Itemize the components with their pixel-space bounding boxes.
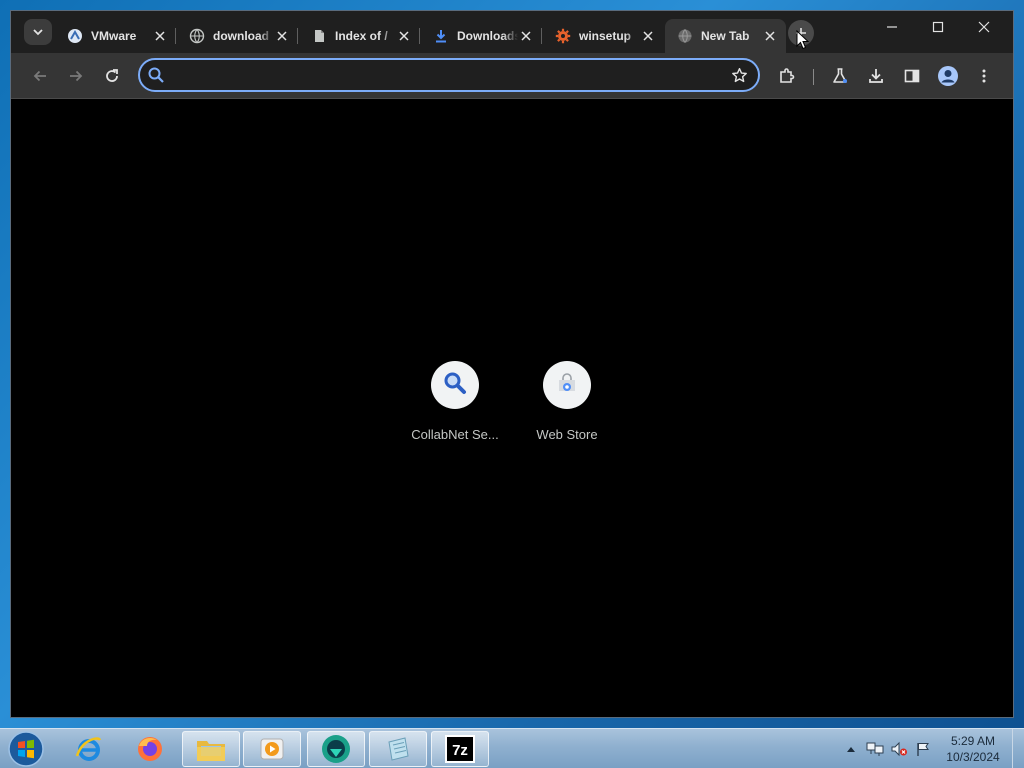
back-button[interactable] — [25, 61, 55, 91]
tab-strip: VMware download Index of / Downloads win… — [11, 11, 1013, 53]
forward-button[interactable] — [61, 61, 91, 91]
magnifier-icon — [442, 370, 468, 401]
windows-orb-icon — [8, 731, 44, 767]
notepad-icon — [388, 737, 409, 761]
web-store-icon — [555, 371, 579, 400]
taskbar-media-player[interactable] — [243, 731, 301, 767]
taskbar: 7z 5:29 AM 10/3/2024 — [0, 728, 1024, 768]
close-icon[interactable] — [274, 28, 290, 44]
side-panel-button[interactable] — [897, 61, 927, 91]
kebab-menu-icon — [982, 69, 986, 83]
start-button[interactable] — [6, 730, 46, 768]
close-icon[interactable] — [762, 28, 778, 44]
show-hidden-icons-button[interactable] — [844, 729, 858, 768]
avatar-icon — [938, 66, 958, 86]
shortcut-label: Web Store — [536, 427, 598, 442]
maximize-button[interactable] — [915, 11, 961, 43]
tab-index-of[interactable]: Index of / — [299, 19, 420, 53]
close-icon[interactable] — [640, 28, 656, 44]
reload-icon — [106, 69, 118, 82]
shortcut-label: CollabNet Se... — [411, 427, 499, 442]
clock-time: 5:29 AM — [950, 734, 996, 748]
tab-download[interactable]: download — [177, 19, 298, 53]
volume-tray[interactable] — [888, 729, 910, 768]
menu-button[interactable] — [969, 61, 999, 91]
shortcut-tile — [431, 361, 479, 409]
tab-title: Downloads — [457, 29, 518, 43]
7zip-icon: 7z — [445, 735, 475, 763]
arrow-right-icon — [70, 70, 83, 82]
clock-date: 10/3/2024 — [946, 750, 1000, 764]
7zip-label: 7z — [452, 742, 468, 759]
close-icon[interactable] — [396, 28, 412, 44]
close-icon — [978, 21, 990, 33]
media-player-icon — [260, 738, 284, 760]
action-center-tray[interactable] — [912, 729, 934, 768]
taskbar-clock[interactable]: 5:29 AM 10/3/2024 — [940, 733, 1006, 765]
flag-icon — [917, 743, 929, 756]
browser-window: VMware download Index of / Downloads win… — [10, 10, 1014, 718]
downloads-button[interactable] — [861, 61, 891, 91]
tab-winsetup[interactable]: winsetup — [543, 19, 664, 53]
reload-button[interactable] — [97, 61, 127, 91]
flask-icon — [833, 68, 847, 83]
globe-icon — [189, 28, 205, 44]
shortcut-collabnet[interactable]: CollabNet Se... — [399, 361, 511, 457]
shortcut-tile — [543, 361, 591, 409]
profile-button[interactable] — [933, 61, 963, 91]
tab-new-tab[interactable]: New Tab — [665, 19, 786, 53]
page-icon — [311, 28, 327, 44]
tab-title: New Tab — [701, 29, 750, 43]
taskbar-internet-explorer[interactable] — [60, 731, 118, 767]
download-icon — [433, 28, 449, 44]
maximize-icon — [932, 21, 944, 33]
browser-app-icon — [322, 735, 350, 763]
taskbar-7zip[interactable]: 7z — [431, 731, 489, 767]
new-tab-page: CollabNet Se... Web Store — [11, 100, 1013, 717]
taskbar-notepad[interactable] — [369, 731, 427, 767]
toolbar-divider — [813, 69, 814, 85]
network-icon — [866, 742, 884, 756]
vmware-icon — [67, 28, 83, 44]
close-icon[interactable] — [518, 28, 534, 44]
download-icon — [869, 69, 883, 83]
internet-explorer-icon — [75, 737, 102, 761]
taskbar-file-explorer[interactable] — [182, 731, 240, 767]
shortcut-web-store[interactable]: Web Store — [511, 361, 623, 457]
globe-icon — [677, 28, 693, 44]
minimize-button[interactable] — [869, 11, 915, 43]
tab-title: download — [213, 29, 269, 43]
puzzle-icon — [780, 68, 795, 83]
bookmark-star-icon[interactable] — [726, 62, 752, 88]
taskbar-firefox[interactable] — [121, 731, 179, 767]
firefox-icon — [138, 737, 162, 761]
browser-toolbar — [11, 53, 1013, 99]
extensions-button[interactable] — [772, 61, 802, 91]
gear-icon — [555, 28, 571, 44]
folder-icon — [197, 741, 225, 761]
address-input[interactable] — [165, 60, 726, 90]
chevron-down-icon — [33, 29, 43, 36]
network-tray[interactable] — [864, 729, 886, 768]
labs-button[interactable] — [825, 61, 855, 91]
mouse-cursor-icon — [796, 30, 810, 50]
tab-title: Index of / — [335, 29, 388, 43]
close-icon[interactable] — [152, 28, 168, 44]
show-desktop-button[interactable] — [1012, 729, 1024, 768]
tab-title: VMware — [91, 29, 137, 43]
tab-vmware[interactable]: VMware — [55, 19, 176, 53]
arrow-left-icon — [33, 70, 46, 82]
tab-downloads[interactable]: Downloads — [421, 19, 542, 53]
tab-title: winsetup — [579, 29, 632, 43]
caret-up-icon — [847, 747, 855, 752]
minimize-icon — [887, 26, 897, 28]
tab-search-button[interactable] — [24, 19, 52, 45]
side-panel-icon — [904, 69, 920, 83]
search-icon — [147, 66, 165, 84]
volume-muted-icon — [891, 741, 907, 757]
taskbar-chromium-app[interactable] — [307, 731, 365, 767]
address-bar[interactable] — [138, 58, 760, 92]
close-window-button[interactable] — [961, 11, 1007, 43]
